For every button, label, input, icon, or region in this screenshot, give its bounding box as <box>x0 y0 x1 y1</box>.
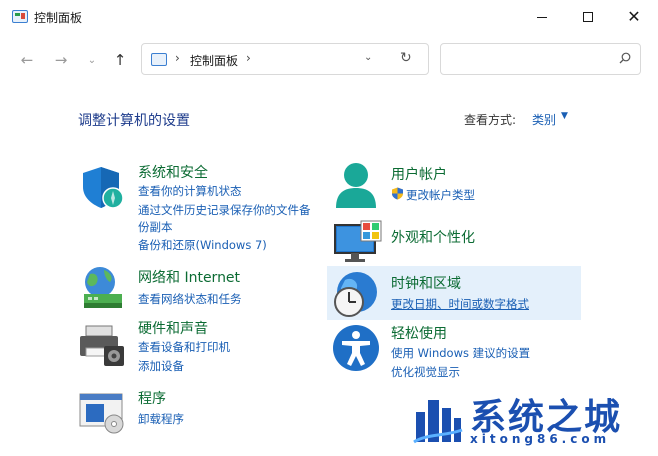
link-file-history[interactable]: 通过文件历史记录保存你的文件备 <box>138 202 311 218</box>
maximize-button[interactable] <box>565 0 611 34</box>
view-by-dropdown[interactable]: 类别 <box>532 111 556 128</box>
breadcrumb-separator[interactable]: › <box>246 51 251 65</box>
link-view-computer-status[interactable]: 查看你的计算机状态 <box>138 183 242 199</box>
watermark-logo-icon <box>413 400 463 444</box>
accessibility-icon <box>333 325 379 371</box>
window-title: 控制面板 <box>34 11 83 25</box>
link-network-status[interactable]: 查看网络状态和任务 <box>138 291 242 307</box>
link-optimize-visual-display[interactable]: 优化视觉显示 <box>391 364 460 380</box>
link-add-device[interactable]: 添加设备 <box>138 358 184 374</box>
view-by-label: 查看方式: <box>464 113 517 127</box>
up-button[interactable]: ↑ <box>110 50 130 70</box>
minimize-icon <box>537 16 547 18</box>
link-devices-printers[interactable]: 查看设备和打印机 <box>138 339 230 355</box>
title-bar: 控制面板 ✕ <box>0 0 658 34</box>
address-dropdown-icon[interactable]: ⌄ <box>364 52 372 63</box>
minimize-button[interactable] <box>519 0 565 34</box>
address-bar[interactable]: › 控制面板 › ⌄ ↻ <box>141 43 429 75</box>
link-windows-suggested-settings[interactable]: 使用 Windows 建议的设置 <box>391 345 530 361</box>
link-backup-restore[interactable]: 备份和还原(Windows 7) <box>138 237 267 253</box>
category-title-hardware-sound[interactable]: 硬件和声音 <box>138 318 208 338</box>
category-title-network[interactable]: 网络和 Internet <box>138 267 240 287</box>
user-icon <box>336 163 376 208</box>
navigation-bar: ← → ⌄ ↑ › 控制面板 › ⌄ ↻ <box>0 40 658 80</box>
programs-icon <box>79 393 124 434</box>
network-globe-icon <box>84 267 122 308</box>
forward-button[interactable]: → <box>51 50 71 70</box>
up-arrow-icon: ↑ <box>113 51 127 69</box>
category-title-programs[interactable]: 程序 <box>138 388 166 408</box>
view-by-chevron-icon[interactable]: ▼ <box>561 111 568 121</box>
control-panel-icon <box>151 53 167 66</box>
page-title: 调整计算机的设置 <box>78 113 190 129</box>
monitor-personalize-icon <box>334 220 382 262</box>
search-icon[interactable] <box>619 52 631 64</box>
control-panel-icon <box>12 10 28 23</box>
shield-icon <box>83 167 124 209</box>
link-file-history-cont[interactable]: 份副本 <box>138 219 173 235</box>
link-change-date-time-format[interactable]: 更改日期、时间或数字格式 <box>391 296 529 312</box>
close-button[interactable]: ✕ <box>611 0 657 34</box>
back-button[interactable]: ← <box>17 50 37 70</box>
back-arrow-icon: ← <box>20 51 34 69</box>
recent-locations-button[interactable]: ⌄ <box>82 50 102 70</box>
category-title-user-accounts[interactable]: 用户帐户 <box>391 164 447 184</box>
category-title-clock-region[interactable]: 时钟和区域 <box>391 273 461 293</box>
category-title-system-security[interactable]: 系统和安全 <box>138 162 208 182</box>
breadcrumb-control-panel[interactable]: 控制面板 <box>190 52 238 69</box>
category-title-ease-of-access[interactable]: 轻松使用 <box>391 323 447 343</box>
link-uninstall-program[interactable]: 卸载程序 <box>138 411 184 427</box>
category-title-appearance[interactable]: 外观和个性化 <box>391 227 475 247</box>
forward-arrow-icon: → <box>54 51 68 69</box>
breadcrumb-separator[interactable]: › <box>175 51 180 65</box>
close-icon: ✕ <box>627 7 641 26</box>
refresh-icon[interactable]: ↻ <box>400 50 412 66</box>
chevron-down-icon: ⌄ <box>87 54 97 66</box>
link-change-account-type[interactable]: 更改帐户类型 <box>406 187 475 203</box>
search-input[interactable] <box>440 43 641 75</box>
watermark-url: xitong86.com <box>470 432 611 446</box>
maximize-icon <box>583 12 593 22</box>
printer-speaker-icon <box>80 325 124 366</box>
uac-shield-icon <box>392 187 403 200</box>
clock-globe-icon <box>334 272 377 317</box>
